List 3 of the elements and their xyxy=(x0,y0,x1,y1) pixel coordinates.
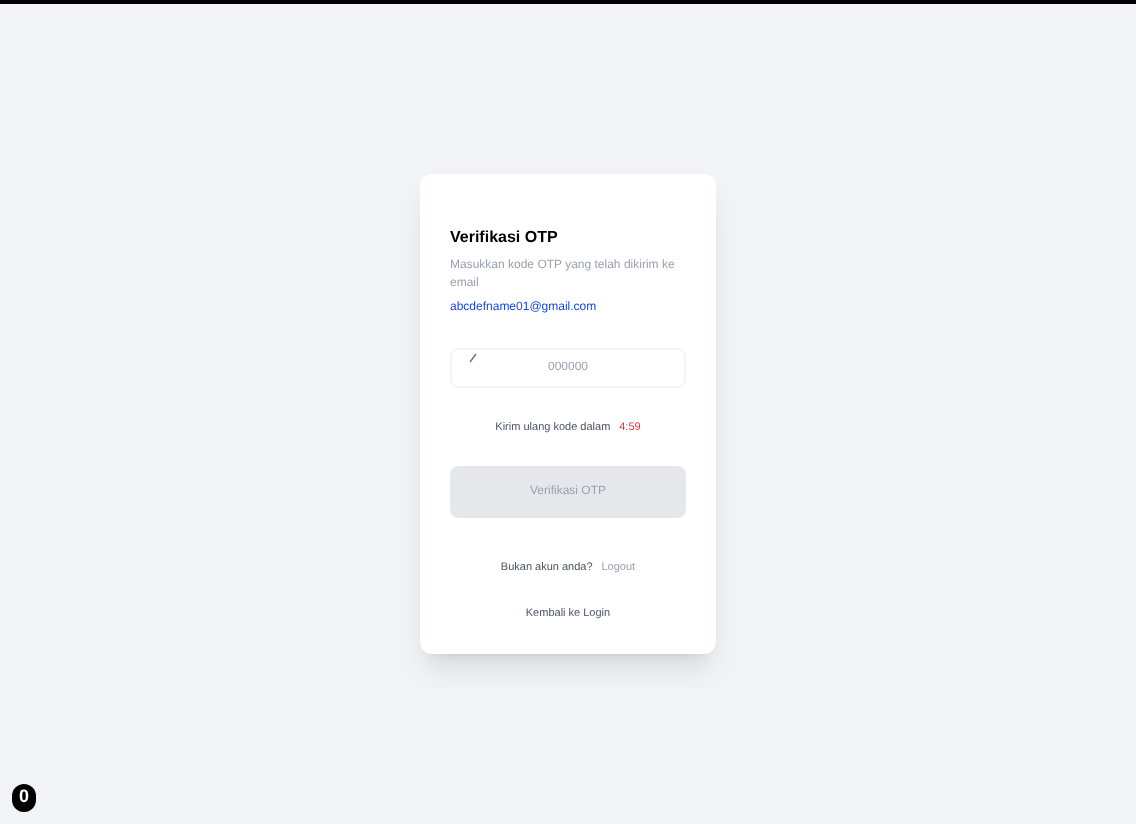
count-badge: 0 xyxy=(12,784,36,812)
card-title: Verifikasi OTP xyxy=(450,226,560,250)
slash-icon xyxy=(468,352,480,364)
